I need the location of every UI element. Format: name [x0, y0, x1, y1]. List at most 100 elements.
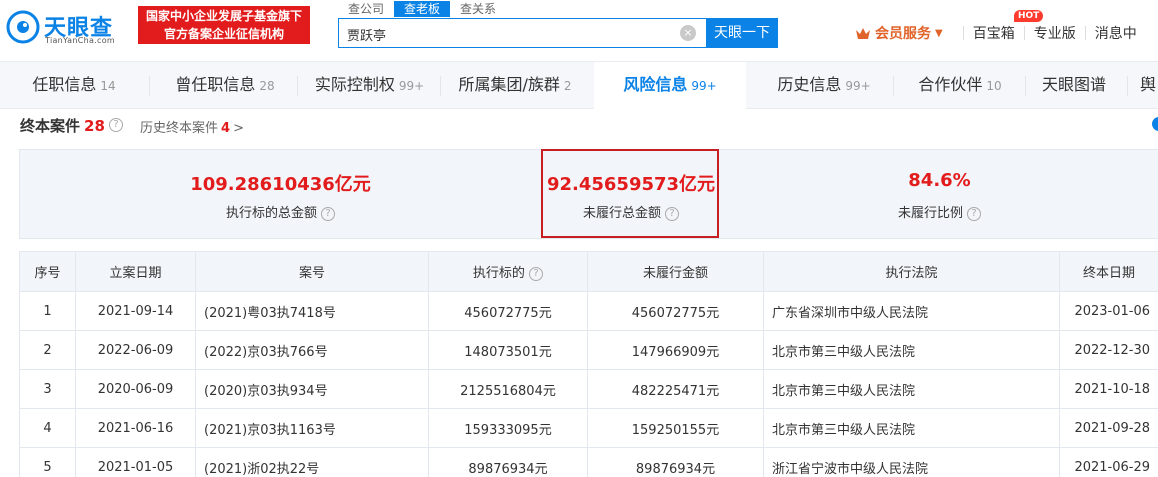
nav-messages[interactable]: 消息中 [1095, 23, 1137, 43]
col-header-court: 执行法院 [763, 251, 1060, 292]
cell-unfulfilled-amount: 482225471元 [587, 369, 764, 409]
col-header-index: 序号 [19, 251, 76, 292]
cell-case-number[interactable]: (2022)京03执766号 [195, 330, 429, 370]
cell-filing-date: 2021-01-05 [75, 447, 196, 477]
cell-index: 4 [19, 408, 76, 448]
tab-positions[interactable]: 任职信息 14 [14, 62, 134, 109]
stat-unfulfilled-ratio: 84.6% 未履行比例? [720, 150, 1158, 238]
tab-label: 天眼图谱 [1041, 75, 1106, 94]
tab-divider [1127, 76, 1128, 96]
cell-execution-amount: 148073501元 [428, 330, 588, 370]
nav-pro-edition[interactable]: 专业版 [1034, 23, 1076, 43]
tab-count: 10 [986, 79, 1002, 93]
top-nav: 会员服务 ▼ 百宝箱 专业版 消息中 [855, 22, 1137, 44]
col-header-filing-date[interactable]: 立案日期 [75, 251, 196, 292]
chevron-right-icon: > [233, 121, 244, 136]
table-row: 2 2022-06-09 (2022)京03执766号 148073501元 1… [19, 330, 1158, 370]
history-cases-label: 历史终本案件 [140, 121, 219, 136]
tab-partners[interactable]: 合作伙伴 10 [900, 62, 1020, 109]
cell-court: 北京市第三中级人民法院 [763, 369, 1060, 409]
tab-former-positions[interactable]: 曾任职信息 28 [160, 62, 290, 109]
tab-risk-info[interactable]: 风险信息 99+ [594, 62, 746, 110]
chevron-down-icon: ▼ [935, 27, 943, 39]
cell-index: 2 [19, 330, 76, 370]
cell-termination-date: 2022-12-30 [1059, 330, 1158, 370]
vip-service-menu[interactable]: 会员服务 ▼ [855, 23, 943, 43]
cell-court: 广东省深圳市中级人民法院 [763, 291, 1060, 331]
tab-divider [1025, 76, 1026, 96]
cell-unfulfilled-amount: 89876934元 [587, 447, 764, 477]
cell-termination-date: 2023-01-06 [1059, 291, 1158, 331]
table-header-row: 序号 立案日期 案号 执行标的 ? 未履行金额 执行法院 终本日期 [19, 251, 1158, 292]
tab-opinion[interactable]: 舆 [1140, 62, 1158, 109]
search-input[interactable]: 贾跃亭 × [338, 18, 706, 48]
stat-label-row: 执行标的总金额? [20, 202, 541, 221]
tab-count: 99+ [845, 79, 871, 93]
tab-group[interactable]: 所属集团/族群 2 [446, 62, 584, 109]
stat-value: 109.28610436亿元 [190, 174, 371, 195]
section-count: 28 [84, 117, 105, 135]
cell-execution-amount: 89876934元 [428, 447, 588, 477]
cases-table: 序号 立案日期 案号 执行标的 ? 未履行金额 执行法院 终本日期 1 2021… [19, 251, 1158, 477]
cell-filing-date: 2021-06-16 [75, 408, 196, 448]
cell-case-number[interactable]: (2020)京03执934号 [195, 369, 429, 409]
tab-divider [297, 76, 298, 96]
stat-label: 执行标的总金额 [225, 206, 317, 221]
gov-badge-line1: 国家中小企业发展子基金旗下 [145, 9, 302, 23]
tab-label: 风险信息 [623, 75, 688, 94]
logo[interactable]: 天眼查 TianYanCha.com [6, 8, 130, 45]
nav-toolbox[interactable]: 百宝箱 [973, 23, 1015, 43]
tab-actual-control[interactable]: 实际控制权 99+ [302, 62, 437, 109]
cell-filing-date: 2020-06-09 [75, 369, 196, 409]
tab-count: 14 [100, 79, 116, 93]
search-tab-boss[interactable]: 查老板 [394, 1, 451, 17]
tab-divider [149, 76, 150, 96]
help-icon[interactable]: ? [109, 118, 123, 132]
col-header-termination-date[interactable]: 终本日期 [1059, 251, 1158, 292]
help-icon[interactable]: ? [529, 266, 544, 281]
cell-termination-date: 2021-06-29 [1059, 447, 1158, 477]
help-icon[interactable]: ? [967, 206, 981, 221]
cell-case-number[interactable]: (2021)京03执1163号 [195, 408, 429, 448]
cell-index: 5 [19, 447, 76, 477]
logo-subtext: TianYanCha.com [45, 36, 115, 45]
col-header-execution-amount: 执行标的 ? [428, 251, 588, 292]
cell-case-number[interactable]: (2021)浙02执22号 [195, 447, 429, 477]
stat-value: 84.6% [908, 170, 971, 191]
table-row: 5 2021-01-05 (2021)浙02执22号 89876934元 898… [19, 447, 1158, 477]
search-button[interactable]: 天眼一下 [706, 18, 778, 48]
nav-divider [1023, 26, 1025, 40]
floating-action-icon[interactable] [1152, 117, 1158, 131]
header: 天眼查 TianYanCha.com 国家中小企业发展子基金旗下 官方备案企业征… [0, 0, 1158, 60]
cell-filing-date: 2021-09-14 [75, 291, 196, 331]
cell-court: 北京市第三中级人民法院 [763, 408, 1060, 448]
tab-count: 99+ [398, 79, 425, 93]
help-icon[interactable]: ? [321, 206, 335, 221]
cell-index: 3 [19, 369, 76, 409]
stat-label: 未履行比例 [897, 206, 963, 221]
tab-label: 所属集团/族群 [458, 75, 560, 94]
cell-index: 1 [19, 291, 76, 331]
tab-divider [440, 76, 441, 96]
cell-termination-date: 2021-09-28 [1059, 408, 1158, 448]
history-cases-link[interactable]: 历史终本案件 4 > [140, 117, 244, 136]
history-cases-count: 4 [221, 121, 231, 136]
tab-divider [893, 76, 894, 96]
cell-case-number[interactable]: (2021)粤03执7418号 [195, 291, 429, 331]
tab-count: 28 [259, 79, 275, 93]
section-title-text: 终本案件 [20, 117, 81, 135]
cell-execution-amount: 2125516804元 [428, 369, 588, 409]
col-header-label: 执行标的 [472, 266, 525, 281]
tab-graph[interactable]: 天眼图谱 [1032, 62, 1116, 109]
nav-divider [1084, 26, 1086, 40]
cell-execution-amount: 159333095元 [428, 408, 588, 448]
search-tab-relation[interactable]: 查关系 [450, 1, 506, 17]
tab-history[interactable]: 历史信息 99+ [764, 62, 884, 109]
cell-unfulfilled-amount: 147966909元 [587, 330, 764, 370]
tab-count: 2 [563, 79, 572, 93]
search-tab-company[interactable]: 查公司 [338, 1, 394, 17]
tab-label: 合作伙伴 [918, 75, 983, 94]
vip-service-label: 会员服务 [875, 26, 931, 42]
clear-icon[interactable]: × [680, 25, 696, 41]
gov-badge[interactable]: 国家中小企业发展子基金旗下 官方备案企业征信机构 [138, 6, 310, 44]
